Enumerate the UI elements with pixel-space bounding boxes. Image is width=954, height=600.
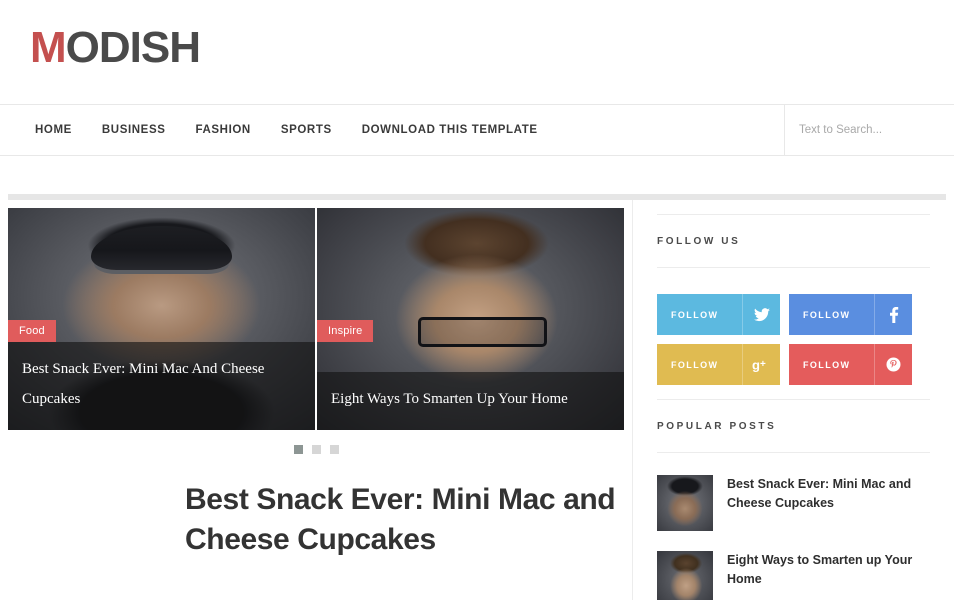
follow-googleplus-button[interactable]: FOLLOW g + — [657, 344, 780, 385]
sidebar: FOLLOW US FOLLOW FOLLOW FOLLOW g + FOLLO… — [632, 200, 954, 600]
googleplus-icon: g + — [742, 344, 780, 385]
social-follow-buttons: FOLLOW FOLLOW FOLLOW g + FOLLOW — [657, 294, 930, 385]
popular-post-title[interactable]: Best Snack Ever: Mini Mac and Cheese Cup… — [727, 475, 930, 513]
popular-posts-list: Best Snack Ever: Mini Mac and Cheese Cup… — [657, 475, 930, 600]
facebook-f-glyph — [889, 306, 898, 323]
featured-slider: Food Best Snack Ever: Mini Mac And Chees… — [8, 208, 624, 430]
search-input[interactable] — [799, 124, 953, 136]
follow-googleplus-label: FOLLOW — [671, 359, 719, 370]
slider-pagination — [8, 445, 624, 454]
nav-item-business[interactable]: BUSINESS — [87, 124, 181, 136]
popular-post-thumbnail — [657, 551, 713, 600]
slide-caption: Eight Ways To Smarten Up Your Home — [317, 372, 624, 430]
slide-title[interactable]: Best Snack Ever: Mini Mac And Cheese Cup… — [22, 354, 301, 414]
twitter-bird-glyph — [753, 307, 770, 321]
svg-text:+: + — [760, 359, 766, 370]
feature-post-title[interactable]: Best Snack Ever: Mini Mac and Cheese Cup… — [185, 480, 624, 590]
feature-post-thumbnail — [8, 480, 163, 590]
svg-text:g: g — [752, 358, 760, 372]
popular-posts-title: POPULAR POSTS — [657, 421, 777, 432]
page-body: Food Best Snack Ever: Mini Mac And Chees… — [0, 156, 954, 600]
main-navigation: HOME BUSINESS FASHION SPORTS DOWNLOAD TH… — [0, 104, 954, 156]
site-header: MODISH — [0, 0, 954, 104]
slide-category-badge[interactable]: Inspire — [317, 320, 374, 342]
nav-item-sports[interactable]: SPORTS — [266, 124, 347, 136]
popular-post-thumbnail — [657, 475, 713, 531]
slider-dot-1[interactable] — [293, 445, 303, 454]
slide-title[interactable]: Eight Ways To Smarten Up Your Home — [331, 384, 610, 414]
content-columns: Food Best Snack Ever: Mini Mac And Chees… — [0, 200, 954, 600]
list-item[interactable]: Eight Ways to Smarten up Your Home — [657, 551, 930, 600]
twitter-icon — [742, 294, 780, 335]
popular-posts-widget-header: POPULAR POSTS — [657, 399, 930, 453]
site-logo[interactable]: MODISH — [30, 23, 201, 72]
pinterest-icon — [874, 344, 912, 385]
slide-inspire[interactable]: Inspire Eight Ways To Smarten Up Your Ho… — [317, 208, 624, 430]
feature-post[interactable]: Best Snack Ever: Mini Mac and Cheese Cup… — [8, 480, 624, 590]
list-item[interactable]: Best Snack Ever: Mini Mac and Cheese Cup… — [657, 475, 930, 531]
pinterest-p-glyph — [886, 357, 901, 372]
slide-food[interactable]: Food Best Snack Ever: Mini Mac And Chees… — [8, 208, 315, 430]
main-column: Food Best Snack Ever: Mini Mac And Chees… — [0, 200, 632, 600]
follow-twitter-label: FOLLOW — [671, 309, 719, 320]
logo-initial: M — [30, 23, 67, 72]
slide-caption: Best Snack Ever: Mini Mac And Cheese Cup… — [8, 342, 315, 430]
slider-dot-3[interactable] — [329, 445, 339, 454]
popular-post-title[interactable]: Eight Ways to Smarten up Your Home — [727, 551, 930, 589]
search-box — [784, 105, 954, 155]
follow-facebook-button[interactable]: FOLLOW — [789, 294, 912, 335]
nav-links: HOME BUSINESS FASHION SPORTS DOWNLOAD TH… — [0, 105, 784, 155]
nav-item-fashion[interactable]: FASHION — [181, 124, 266, 136]
follow-us-widget-header: FOLLOW US — [657, 214, 930, 268]
follow-twitter-button[interactable]: FOLLOW — [657, 294, 780, 335]
logo-text: ODISH — [65, 23, 201, 72]
follow-facebook-label: FOLLOW — [803, 309, 851, 320]
slider-dot-2[interactable] — [311, 445, 321, 454]
nav-item-home[interactable]: HOME — [20, 124, 87, 136]
follow-us-title: FOLLOW US — [657, 236, 741, 247]
facebook-icon — [874, 294, 912, 335]
follow-pinterest-button[interactable]: FOLLOW — [789, 344, 912, 385]
googleplus-glyph: g + — [752, 358, 766, 372]
follow-pinterest-label: FOLLOW — [803, 359, 851, 370]
slide-category-badge[interactable]: Food — [8, 320, 56, 342]
nav-item-download-this-template[interactable]: DOWNLOAD THIS TEMPLATE — [347, 124, 553, 136]
